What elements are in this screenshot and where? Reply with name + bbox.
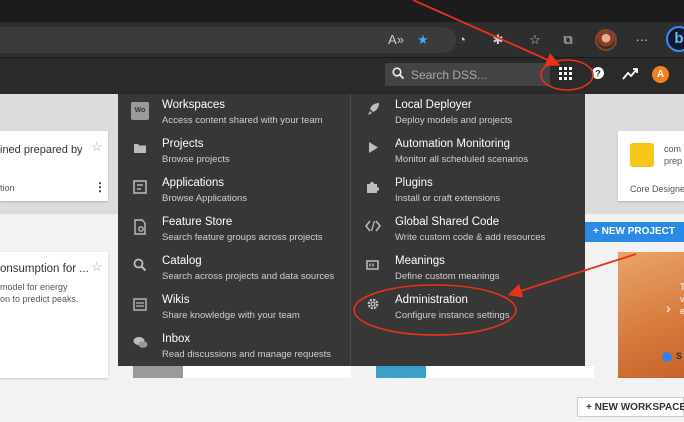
orange-card-letter: e — [680, 306, 684, 316]
menu-item-inbox[interactable]: Inbox Read discussions and manage reques… — [131, 333, 351, 369]
menu-item-title: Applications — [162, 177, 225, 189]
code-icon — [364, 219, 382, 237]
menu-item-title: Plugins — [395, 177, 433, 189]
project-card-3-line2: prep — [664, 156, 683, 166]
more-options-icon[interactable]: ··· — [632, 30, 652, 50]
status-dot — [662, 352, 672, 362]
menu-item-subtitle: Define custom meanings — [395, 271, 500, 282]
orange-card-label: S — [676, 351, 683, 361]
menu-item-wikis[interactable]: Wikis Share knowledge with your team — [131, 294, 351, 330]
user-avatar[interactable]: A — [652, 66, 669, 83]
menu-item-title: Local Deployer — [395, 99, 472, 111]
menu-item-subtitle: Browse projects — [162, 154, 230, 165]
favorite-star-icon[interactable]: ☆ — [91, 259, 103, 275]
play-icon — [364, 141, 382, 159]
menu-item-workspaces[interactable]: Wo Workspaces Access content shared with… — [131, 99, 351, 135]
favorite-star-icon[interactable]: ☆ — [91, 139, 103, 155]
favorites-list-icon[interactable]: ☆ — [525, 30, 545, 50]
menu-item-subtitle: Search across projects and data sources — [162, 271, 335, 282]
extension-icon[interactable]: ◔ — [452, 30, 472, 50]
applications-icon — [131, 180, 149, 198]
project-card-2-desc-line2: on to predict peaks. — [0, 294, 79, 304]
search-placeholder: Search DSS... — [411, 68, 488, 82]
chat-icon — [131, 336, 149, 354]
menu-item-subtitle: Access content shared with your team — [162, 115, 323, 126]
menu-item-meanings[interactable]: Meanings Define custom meanings — [364, 255, 584, 291]
menu-item-subtitle: Configure instance settings — [395, 310, 510, 321]
orange-card-letter: v — [680, 294, 684, 304]
project-card-3[interactable]: com prep Core Designe — [618, 131, 684, 201]
activity-trend-icon[interactable] — [619, 64, 641, 86]
project-card-3-line1: com — [664, 144, 682, 154]
feature-store-icon — [131, 219, 149, 237]
menu-item-catalog[interactable]: Catalog Search across projects and data … — [131, 255, 351, 291]
wiki-icon — [131, 297, 149, 315]
menu-item-title: Wikis — [162, 294, 190, 306]
project-card-2-desc-line1: model for energy — [0, 282, 68, 292]
project-card-2[interactable]: onsumption for ... ☆ model for energy on… — [0, 252, 108, 378]
menu-item-title: Projects — [162, 138, 204, 150]
menu-item-subtitle: Browse Applications — [162, 193, 248, 204]
browser-tabstrip — [0, 0, 684, 22]
apps-grid-icon[interactable] — [559, 67, 573, 81]
menu-item-subtitle: Write custom code & add resources — [395, 232, 546, 243]
project-card-1-subtitle: tion — [0, 183, 15, 193]
menu-item-title: Administration — [395, 294, 468, 306]
project-card-2-title: onsumption for ... — [0, 263, 89, 275]
new-workspace-button[interactable]: + NEW WORKSPACE — [577, 397, 684, 417]
menu-item-subtitle: Install or craft extensions — [395, 193, 501, 204]
project-thumbnail — [630, 143, 654, 167]
browser-profile-avatar[interactable] — [595, 29, 617, 51]
menu-item-plugins[interactable]: Plugins Install or craft extensions — [364, 177, 584, 213]
menu-item-title: Inbox — [162, 333, 191, 345]
svg-text:?: ? — [595, 69, 601, 79]
search-icon — [131, 258, 149, 276]
chevron-right-icon[interactable]: › — [666, 300, 671, 316]
menu-item-title: Workspaces — [162, 99, 226, 111]
search-input[interactable]: Search DSS... — [385, 63, 550, 86]
menu-item-title: Automation Monitoring — [395, 138, 511, 150]
read-aloud-icon[interactable]: A» — [386, 30, 406, 50]
menu-item-subtitle: Read discussions and manage requests — [162, 349, 331, 360]
search-icon — [392, 67, 406, 81]
project-card-footer — [426, 366, 594, 378]
puzzle-icon — [364, 180, 382, 198]
orange-card-letter: T — [680, 282, 684, 292]
menu-item-administration[interactable]: Administration Configure instance settin… — [364, 294, 584, 330]
project-card-1-title: ined prepared by — [0, 144, 83, 156]
project-card-thumbnail — [376, 366, 426, 378]
meanings-icon — [364, 258, 382, 276]
rocket-icon — [364, 102, 382, 120]
menu-item-subtitle: Monitor all scheduled scenarios — [395, 154, 529, 165]
menu-item-applications[interactable]: Applications Browse Applications — [131, 177, 351, 213]
dss-top-navbar — [0, 58, 684, 94]
folder-icon — [131, 141, 149, 159]
workspaces-icon: Wo — [131, 102, 149, 120]
project-card-orange[interactable]: T v e › S — [618, 252, 684, 378]
collections-icon[interactable]: ⧉ — [558, 30, 578, 50]
menu-item-global-shared-code[interactable]: Global Shared Code Write custom code & a… — [364, 216, 584, 252]
menu-item-subtitle: Search feature groups across projects — [162, 232, 323, 243]
menu-item-local-deployer[interactable]: Local Deployer Deploy models and project… — [364, 99, 584, 135]
favorite-star-icon[interactable]: ★ — [413, 30, 433, 50]
puzzle-extension-icon[interactable]: ✱ — [488, 30, 508, 50]
menu-item-title: Global Shared Code — [395, 216, 500, 228]
menu-item-title: Catalog — [162, 255, 202, 267]
menu-item-automation-monitoring[interactable]: Automation Monitoring Monitor all schedu… — [364, 138, 584, 174]
menu-item-title: Meanings — [395, 255, 445, 267]
menu-item-title: Feature Store — [162, 216, 233, 228]
card-menu-icon[interactable]: ⋮ — [94, 180, 106, 194]
menu-item-subtitle: Share knowledge with your team — [162, 310, 300, 321]
new-project-button[interactable]: + NEW PROJECT — [583, 222, 684, 242]
gear-icon — [364, 297, 382, 315]
menu-item-subtitle: Deploy models and projects — [395, 115, 513, 126]
menu-item-feature-store[interactable]: Feature Store Search feature groups acro… — [131, 216, 351, 252]
menu-item-projects[interactable]: Projects Browse projects — [131, 138, 351, 174]
help-icon[interactable]: ? — [587, 64, 609, 86]
project-card-1[interactable]: ined prepared by ☆ tion ⋮ — [0, 131, 108, 201]
project-card-3-owner: Core Designe — [630, 184, 684, 194]
